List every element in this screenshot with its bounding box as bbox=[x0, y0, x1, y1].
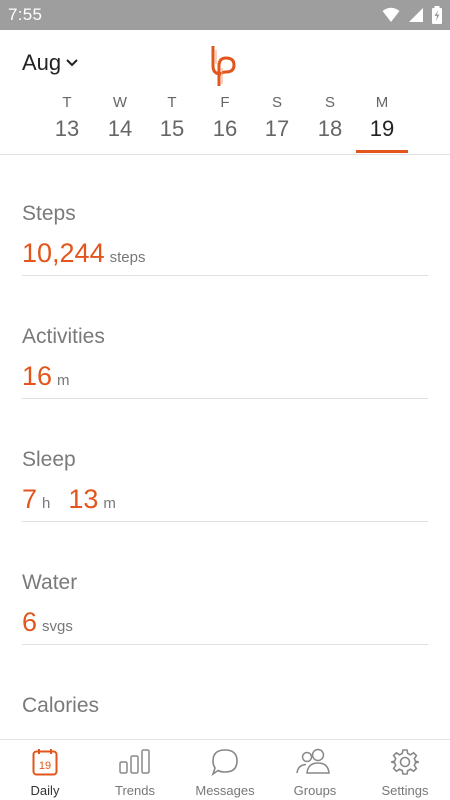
nav-groups-label: Groups bbox=[293, 783, 337, 798]
steps-unit: steps bbox=[109, 249, 146, 266]
nav-groups[interactable]: Groups bbox=[270, 740, 360, 800]
day-number: 13 bbox=[54, 116, 80, 141]
day-17[interactable]: S 17 bbox=[247, 92, 307, 144]
steps-card[interactable]: Steps 10,244 steps bbox=[22, 156, 428, 276]
nav-messages[interactable]: Messages bbox=[180, 740, 270, 800]
daily-metrics-list: Steps 10,244 steps Activities 16 m Sleep… bbox=[0, 156, 450, 739]
sleep-minutes: 13 bbox=[68, 484, 99, 514]
day-16[interactable]: F 16 bbox=[195, 92, 255, 144]
bar-chart-icon bbox=[119, 748, 151, 779]
month-label: Aug bbox=[22, 50, 62, 75]
sleep-card[interactable]: Sleep 7 h 13 m bbox=[22, 402, 428, 522]
day-letter: F bbox=[220, 94, 230, 111]
day-letter: W bbox=[112, 94, 128, 111]
signal-icon bbox=[408, 7, 424, 28]
daily-badge-number: 19 bbox=[39, 760, 51, 772]
nav-daily[interactable]: 19 Daily bbox=[0, 740, 90, 800]
sleep-hours: 7 bbox=[22, 484, 38, 514]
sleep-minutes-unit: m bbox=[103, 495, 116, 512]
status-icons bbox=[382, 6, 442, 29]
calories-card[interactable]: Calories bbox=[22, 648, 428, 739]
nav-trends[interactable]: Trends bbox=[90, 740, 180, 800]
day-18[interactable]: S 18 bbox=[300, 92, 360, 144]
status-bar: 7:55 bbox=[0, 0, 450, 30]
day-letter: S bbox=[271, 94, 282, 111]
nav-trends-label: Trends bbox=[115, 783, 155, 798]
selected-day-indicator bbox=[356, 150, 408, 153]
day-number: 16 bbox=[212, 116, 238, 141]
chevron-down-icon bbox=[66, 54, 78, 72]
sleep-title: Sleep bbox=[22, 448, 76, 471]
activities-value-row: 16 m bbox=[22, 361, 70, 392]
day-number: 19 bbox=[369, 116, 395, 141]
water-title: Water bbox=[22, 571, 78, 594]
water-unit: svgs bbox=[42, 618, 73, 635]
activities-value: 16 bbox=[22, 361, 53, 391]
day-13[interactable]: T 13 bbox=[37, 92, 97, 144]
status-time: 7:55 bbox=[8, 5, 43, 24]
day-number: 14 bbox=[107, 116, 133, 141]
activities-card[interactable]: Activities 16 m bbox=[22, 279, 428, 399]
bottom-nav: 19 Daily Trends Messages Groups Settings bbox=[0, 739, 450, 800]
day-19-selected[interactable]: M 19 bbox=[352, 92, 412, 153]
week-day-strip: T 13 W 14 T 15 F 16 S 17 S 18 M 19 bbox=[0, 92, 450, 154]
sleep-hours-unit: h bbox=[42, 495, 51, 512]
people-group-icon bbox=[295, 748, 335, 779]
month-selector[interactable]: Aug bbox=[22, 50, 78, 76]
gear-icon bbox=[391, 748, 419, 781]
day-15[interactable]: T 15 bbox=[142, 92, 202, 144]
wifi-icon bbox=[382, 7, 400, 28]
water-value: 6 bbox=[22, 607, 38, 637]
nav-settings-label: Settings bbox=[381, 783, 429, 798]
date-header: Aug T 13 W 14 T 15 F 16 S 17 S 18 M 19 bbox=[0, 30, 450, 155]
day-letter: M bbox=[375, 94, 389, 111]
activities-unit: m bbox=[57, 372, 70, 389]
nav-settings[interactable]: Settings bbox=[360, 740, 450, 800]
day-number: 17 bbox=[264, 116, 290, 141]
steps-value: 10,244 bbox=[22, 238, 105, 268]
sleep-value-row: 7 h 13 m bbox=[22, 484, 116, 515]
day-number: 18 bbox=[317, 116, 343, 141]
day-14[interactable]: W 14 bbox=[90, 92, 150, 144]
calendar-day-icon: 19 bbox=[32, 748, 58, 781]
day-letter: S bbox=[324, 94, 335, 111]
steps-title: Steps bbox=[22, 202, 76, 225]
chat-bubble-icon bbox=[211, 748, 239, 781]
day-number: 15 bbox=[159, 116, 185, 141]
calories-title: Calories bbox=[22, 694, 100, 717]
day-letter: T bbox=[167, 94, 177, 111]
app-logo bbox=[208, 44, 238, 91]
steps-value-row: 10,244 steps bbox=[22, 238, 145, 269]
water-card[interactable]: Water 6 svgs bbox=[22, 525, 428, 645]
nav-messages-label: Messages bbox=[195, 783, 255, 798]
battery-charging-icon bbox=[432, 6, 442, 29]
activities-title: Activities bbox=[22, 325, 105, 348]
water-value-row: 6 svgs bbox=[22, 607, 73, 638]
nav-daily-label: Daily bbox=[30, 783, 60, 798]
day-letter: T bbox=[62, 94, 72, 111]
